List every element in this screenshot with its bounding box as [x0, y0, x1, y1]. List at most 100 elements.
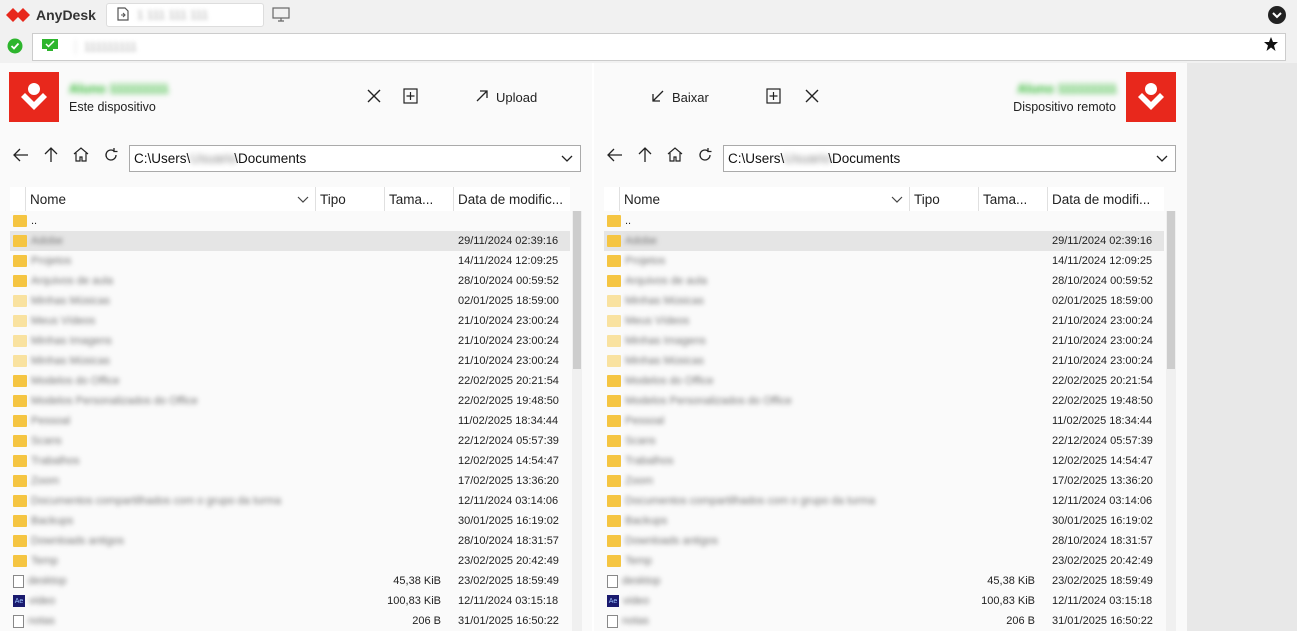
- file-row[interactable]: Backups 30/01/2025 16:19:02: [604, 511, 1164, 531]
- remote-path-input[interactable]: C:\Users\ Usuario \Documents: [723, 145, 1176, 172]
- column-name[interactable]: Nome: [620, 187, 910, 211]
- file-row[interactable]: Arquivos de aula 28/10/2024 00:59:52: [10, 271, 570, 291]
- file-date: 23/02/2025 18:59:49: [458, 575, 559, 587]
- back-button[interactable]: [604, 145, 626, 167]
- file-row[interactable]: Meus Vídeos 21/10/2024 23:00:24: [604, 311, 1164, 331]
- column-date[interactable]: Data de modifi...: [1048, 187, 1164, 211]
- file-row[interactable]: Modelos Personalizados do Office 22/02/20…: [604, 391, 1164, 411]
- file-row[interactable]: ..: [10, 211, 570, 231]
- local-nav-buttons: [10, 145, 122, 167]
- path-user: Usuario: [190, 151, 237, 166]
- file-row[interactable]: Pessoal 11/02/2025 18:34:44: [604, 411, 1164, 431]
- file-row[interactable]: Ae video 100,83 KiB 12/11/2024 03:15:18: [10, 591, 570, 611]
- file-row[interactable]: Minhas Imagens 21/10/2024 23:00:24: [10, 331, 570, 351]
- file-row[interactable]: Minhas Imagens 21/10/2024 23:00:24: [604, 331, 1164, 351]
- file-row[interactable]: Zoom 17/02/2025 13:36:20: [10, 471, 570, 491]
- refresh-button[interactable]: [694, 145, 716, 167]
- file-row[interactable]: Minhas Músicas 21/10/2024 23:00:24: [10, 351, 570, 371]
- column-type[interactable]: Tipo: [316, 187, 385, 211]
- file-row[interactable]: Projetos 14/11/2024 12:09:25: [604, 251, 1164, 271]
- chevron-down-icon[interactable]: [560, 151, 574, 168]
- remote-close-button[interactable]: [804, 88, 820, 107]
- folder-icon: [607, 355, 621, 367]
- file-row[interactable]: Modelos do Office 22/02/2025 20:21:54: [10, 371, 570, 391]
- path-prefix: C:\Users\: [728, 151, 785, 166]
- local-scrollbar[interactable]: [572, 211, 582, 631]
- file-date: 29/11/2024 02:39:16: [458, 235, 559, 247]
- home-button[interactable]: [70, 145, 92, 167]
- menu-dropdown-icon[interactable]: [1267, 5, 1287, 28]
- remote-scrollbar[interactable]: [1166, 211, 1176, 631]
- up-button[interactable]: [634, 145, 656, 167]
- file-row[interactable]: Modelos do Office 22/02/2025 20:21:54: [604, 371, 1164, 391]
- file-row[interactable]: Adobe 29/11/2024 02:39:16: [10, 231, 570, 251]
- file-row[interactable]: ..: [604, 211, 1164, 231]
- file-row[interactable]: Minhas Músicas 21/10/2024 23:00:24: [604, 351, 1164, 371]
- file-row[interactable]: Minhas Músicas 02/01/2025 18:59:00: [10, 291, 570, 311]
- scroll-thumb[interactable]: [1167, 211, 1175, 369]
- local-path-input[interactable]: C:\Users\ Usuario \Documents: [129, 145, 581, 172]
- file-row[interactable]: Pessoal 11/02/2025 18:34:44: [10, 411, 570, 431]
- file-row[interactable]: Scans 22/12/2024 05:57:39: [604, 431, 1164, 451]
- download-button[interactable]: Baixar: [650, 88, 709, 107]
- local-device-name: Aluno 111111111: [69, 81, 169, 96]
- file-row[interactable]: Meus Vídeos 21/10/2024 23:00:24: [10, 311, 570, 331]
- file-date: 23/02/2025 20:42:49: [1052, 555, 1153, 567]
- refresh-button[interactable]: [100, 145, 122, 167]
- column-name-label: Nome: [30, 191, 67, 207]
- file-row[interactable]: Downloads antigos 28/10/2024 18:31:57: [10, 531, 570, 551]
- remote-new-folder-button[interactable]: [766, 88, 781, 107]
- file-row[interactable]: Projetos 14/11/2024 12:09:25: [10, 251, 570, 271]
- upload-button[interactable]: Upload: [474, 88, 537, 107]
- back-button[interactable]: [10, 145, 32, 167]
- file-row[interactable]: Scans 22/12/2024 05:57:39: [10, 431, 570, 451]
- file-row[interactable]: Trabalhos 12/02/2025 14:54:47: [604, 451, 1164, 471]
- file-row[interactable]: Documentos compartilhados com o grupo da…: [604, 491, 1164, 511]
- file-date: 17/02/2025 13:36:20: [1052, 475, 1153, 487]
- session-tab[interactable]: 1 111 111 111: [105, 3, 264, 27]
- file-name: Modelos do Office: [31, 375, 120, 387]
- path-suffix: \Documents: [234, 151, 307, 166]
- file-row[interactable]: Backups 30/01/2025 16:19:02: [10, 511, 570, 531]
- scroll-thumb[interactable]: [573, 211, 581, 369]
- up-button[interactable]: [40, 145, 62, 167]
- new-session-icon[interactable]: [272, 7, 290, 23]
- column-date[interactable]: Data de modific...: [454, 187, 570, 211]
- file-row[interactable]: notas 206 B 31/01/2025 16:50:22: [10, 611, 570, 631]
- address-input[interactable]: 111111111: [32, 32, 1286, 61]
- file-row[interactable]: Arquivos de aula 28/10/2024 00:59:52: [604, 271, 1164, 291]
- favorite-star-icon[interactable]: [1263, 36, 1279, 55]
- sort-chevron-icon: [297, 193, 309, 208]
- upload-label: Upload: [496, 90, 538, 105]
- column-size[interactable]: Tama...: [979, 187, 1048, 211]
- remote-device-label: Dispositivo remoto: [1013, 100, 1116, 114]
- sort-chevron-icon: [891, 193, 903, 208]
- local-close-button[interactable]: [366, 88, 382, 107]
- folder-icon: [13, 435, 27, 447]
- home-button[interactable]: [664, 145, 686, 167]
- column-type[interactable]: Tipo: [910, 187, 979, 211]
- file-row[interactable]: Downloads antigos 28/10/2024 18:31:57: [604, 531, 1164, 551]
- file-row[interactable]: Modelos Personalizados do Office 22/02/20…: [10, 391, 570, 411]
- file-date: 14/11/2024 12:09:25: [1052, 255, 1153, 267]
- local-new-folder-button[interactable]: [403, 88, 418, 107]
- file-row[interactable]: Minhas Músicas 02/01/2025 18:59:00: [604, 291, 1164, 311]
- column-name[interactable]: Nome: [26, 187, 316, 211]
- file-date: 28/10/2024 00:59:52: [458, 275, 559, 287]
- file-row[interactable]: Adobe 29/11/2024 02:39:16: [604, 231, 1164, 251]
- file-row[interactable]: Ae video 100,83 KiB 12/11/2024 03:15:18: [604, 591, 1164, 611]
- file-row[interactable]: Temp 23/02/2025 20:42:49: [604, 551, 1164, 571]
- file-row[interactable]: desktop 45,38 KiB 23/02/2025 18:59:49: [10, 571, 570, 591]
- file-row[interactable]: Documentos compartilhados com o grupo da…: [10, 491, 570, 511]
- file-row[interactable]: Trabalhos 12/02/2025 14:54:47: [10, 451, 570, 471]
- remote-nav-buttons: [604, 145, 716, 167]
- file-row[interactable]: desktop 45,38 KiB 23/02/2025 18:59:49: [604, 571, 1164, 591]
- local-column-header: Nome Tipo Tama... Data de modific...: [10, 187, 570, 211]
- file-name: Projetos: [31, 255, 72, 267]
- after-effects-file-icon: Ae: [607, 595, 619, 607]
- file-row[interactable]: Zoom 17/02/2025 13:36:20: [604, 471, 1164, 491]
- column-size[interactable]: Tama...: [385, 187, 454, 211]
- chevron-down-icon[interactable]: [1155, 151, 1169, 168]
- file-row[interactable]: Temp 23/02/2025 20:42:49: [10, 551, 570, 571]
- file-row[interactable]: notas 206 B 31/01/2025 16:50:22: [604, 611, 1164, 631]
